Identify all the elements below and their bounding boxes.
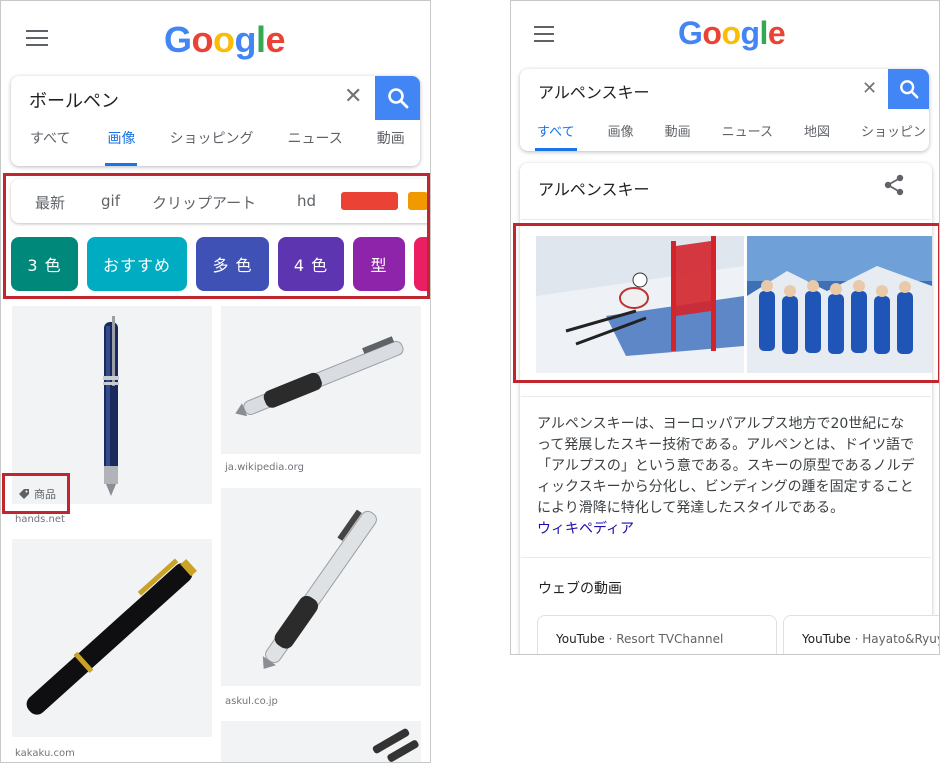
tab-news[interactable]: ニュース (287, 128, 342, 166)
search-icon (900, 80, 919, 99)
black-gold-pen-image (26, 558, 197, 715)
tab-images[interactable]: 画像 (105, 128, 138, 166)
left-phone-screenshot: Google ボールペン ✕ すべて 画像 ショッピング ニュース 動画 最新 … (0, 0, 431, 763)
search-input[interactable]: アルペンスキー (538, 79, 650, 103)
tab-shopping[interactable]: ショッピング (169, 128, 253, 166)
color-swatch-orange[interactable] (408, 192, 428, 210)
search-box-card: アルペンスキー ✕ すべて 画像 動画 ニュース 地図 ショッピン (520, 69, 929, 151)
tab-videos[interactable]: 動画 (377, 128, 405, 166)
result-source[interactable]: hands.net (15, 514, 65, 525)
tab-all[interactable]: すべて (535, 121, 577, 151)
ski-photo-racer[interactable] (536, 236, 744, 373)
color-swatch-red[interactable] (341, 192, 398, 210)
search-button[interactable] (375, 76, 420, 120)
filter-hd[interactable]: hd (297, 192, 316, 210)
tab-shopping[interactable]: ショッピン (861, 121, 926, 151)
google-logo[interactable]: Google (164, 19, 286, 61)
image-result-1[interactable] (12, 306, 212, 504)
menu-icon[interactable] (26, 30, 48, 46)
chip-multi-color[interactable]: 多 色 (196, 237, 269, 291)
filter-gif[interactable]: gif (101, 192, 120, 210)
tab-images[interactable]: 画像 (608, 121, 634, 151)
search-button[interactable] (888, 69, 929, 109)
share-icon[interactable] (883, 173, 905, 197)
clear-pen-image (235, 336, 404, 417)
web-videos-heading: ウェブの動画 (538, 581, 622, 597)
result-source[interactable]: ja.wikipedia.org (225, 462, 304, 473)
chip-3-colors[interactable]: 3 色 (11, 237, 78, 291)
search-input[interactable]: ボールペン (29, 87, 119, 113)
divider (521, 219, 931, 220)
search-box-card: ボールペン ✕ すべて 画像 ショッピング ニュース 動画 (11, 76, 420, 166)
knowledge-panel-title: アルペンスキー (538, 180, 650, 199)
product-tag-badge[interactable]: 商品 (12, 481, 66, 507)
image-result-5[interactable] (221, 721, 421, 762)
product-tag-label: 商品 (34, 488, 56, 501)
video-source: YouTube · Hayato&Ryuy (802, 632, 940, 646)
search-icon (388, 88, 409, 109)
chip-recommended[interactable]: おすすめ (87, 237, 187, 291)
image-result-3[interactable] (221, 488, 421, 686)
divider (521, 557, 931, 558)
video-source: YouTube · Resort TVChannel (556, 632, 723, 646)
description-text: アルペンスキーは、ヨーロッパアルプス地方で20世紀になって発展したスキー技術であ… (537, 416, 915, 516)
pen-image (372, 728, 419, 762)
chip-4-colors[interactable]: 4 色 (278, 237, 344, 291)
filter-clipart[interactable]: クリップアート (152, 192, 256, 213)
tab-all[interactable]: すべて (30, 128, 70, 166)
wikipedia-link[interactable]: ウィキペディア (537, 521, 634, 537)
video-platform: YouTube (556, 632, 605, 646)
video-channel: · Resort TVChannel (608, 632, 724, 646)
image-result-2[interactable] (221, 306, 421, 454)
chip-type[interactable]: 型 (353, 237, 405, 291)
video-card-2[interactable]: YouTube · Hayato&Ryuy (783, 615, 940, 654)
video-platform: YouTube (802, 632, 851, 646)
menu-icon[interactable] (534, 26, 554, 42)
divider (521, 396, 931, 397)
result-source[interactable]: askul.co.jp (225, 696, 278, 707)
tab-news[interactable]: ニュース (722, 121, 773, 151)
tab-maps[interactable]: 地図 (804, 121, 830, 151)
retractable-pen-image (262, 509, 377, 669)
result-source[interactable]: kakaku.com (15, 748, 75, 759)
google-logo[interactable]: Google (678, 15, 786, 52)
video-channel: · Hayato&Ryuy (854, 632, 940, 646)
chip-more[interactable] (414, 237, 430, 291)
clear-icon[interactable]: ✕ (344, 84, 362, 109)
video-card-1[interactable]: YouTube · Resort TVChannel (537, 615, 777, 654)
filter-chip-bar: 最新 gif クリップアート hd (11, 179, 430, 223)
ski-photo-team[interactable] (747, 236, 932, 373)
right-phone-screenshot: Google アルペンスキー ✕ すべて 画像 動画 ニュース 地図 ショッピン… (510, 0, 940, 655)
image-result-4[interactable] (12, 539, 212, 737)
filter-latest[interactable]: 最新 (35, 192, 65, 213)
tab-videos[interactable]: 動画 (665, 121, 691, 151)
skier-image (536, 236, 744, 373)
knowledge-panel-description: アルペンスキーは、ヨーロッパアルプス地方で20世紀になって発展したスキー技術であ… (537, 414, 917, 540)
clear-icon[interactable]: ✕ (862, 78, 877, 99)
ski-team-image (747, 236, 932, 373)
tag-icon (19, 489, 29, 499)
ballpoint-pen-image (103, 316, 119, 496)
